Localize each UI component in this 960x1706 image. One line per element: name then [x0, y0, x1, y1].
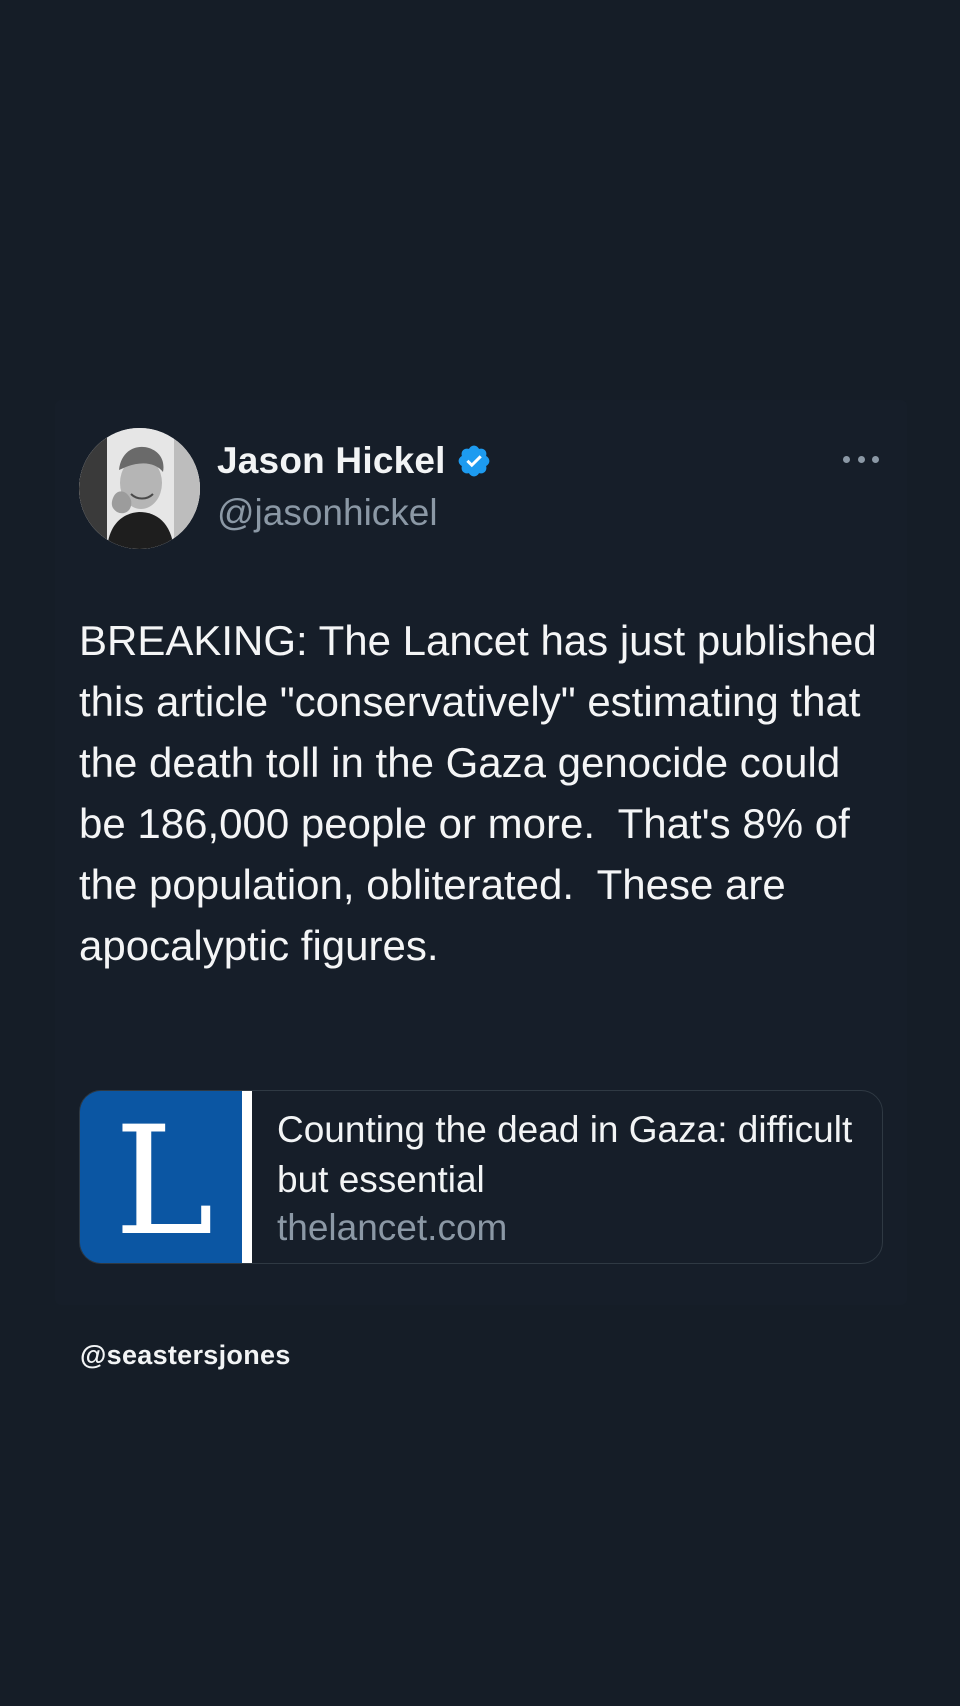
author-name-row: Jason Hickel	[217, 440, 492, 482]
lancet-logo-thumbnail: L	[80, 1091, 252, 1263]
author-display-name[interactable]: Jason Hickel	[217, 440, 446, 482]
avatar-photo	[79, 428, 200, 549]
more-horizontal-icon[interactable]	[843, 452, 879, 466]
author-avatar[interactable]	[79, 428, 200, 549]
verified-badge-icon	[456, 443, 492, 479]
watermark-handle: @seastersjones	[80, 1340, 291, 1370]
author-handle[interactable]: @jasonhickel	[217, 492, 438, 534]
tweet-card[interactable]: Jason Hickel @jasonhickel BREAKING: The …	[55, 400, 907, 1305]
tweet-body-text: BREAKING: The Lancet has just published …	[79, 617, 889, 969]
link-card-title: Counting the dead in Gaza: difficult but…	[277, 1109, 853, 1200]
link-preview-card[interactable]: L Counting the dead in Gaza: difficult b…	[79, 1090, 883, 1264]
thumbnail-letter: L	[114, 1095, 214, 1263]
link-card-domain: thelancet.com	[277, 1207, 508, 1248]
